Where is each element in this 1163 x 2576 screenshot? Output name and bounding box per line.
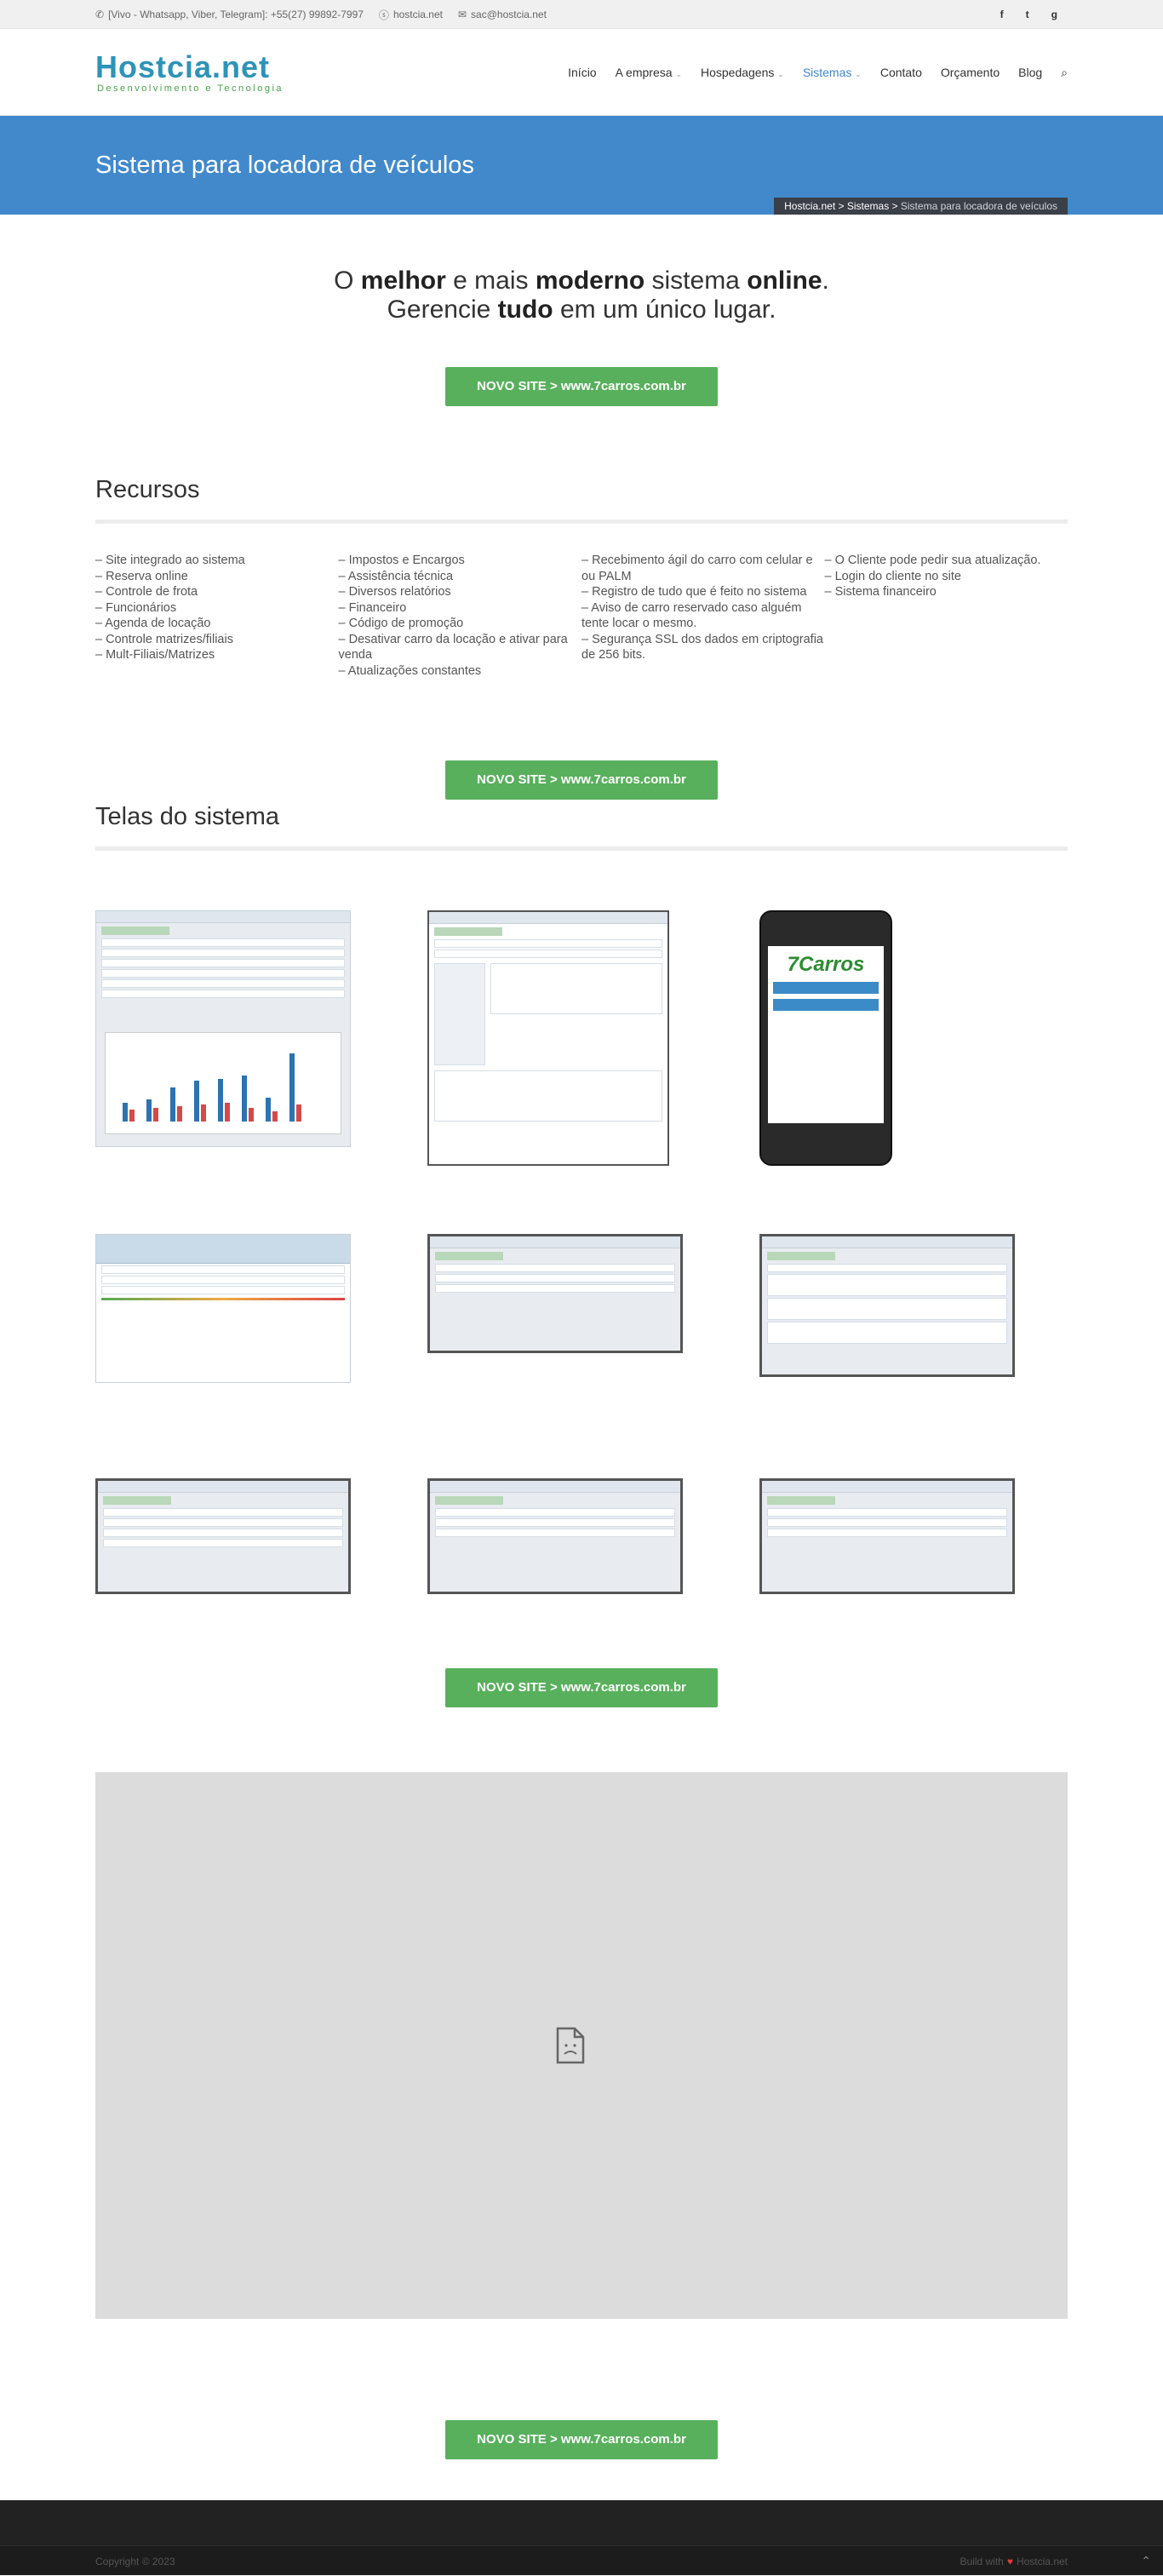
screenshots-gallery: 7Carros bbox=[95, 851, 1068, 1600]
screenshot-thumbnail[interactable] bbox=[427, 1478, 683, 1594]
screenshot-thumbnail[interactable] bbox=[759, 1234, 1015, 1377]
chevron-down-icon: ⌄ bbox=[675, 70, 682, 78]
top-bar: ✆ [Vivo - Whatsapp, Viber, Telegram]: +55… bbox=[0, 0, 1163, 29]
scroll-to-top-icon[interactable]: ⌃ bbox=[1141, 2554, 1151, 2568]
nav-item-sistemas[interactable]: Sistemas ⌄ bbox=[803, 66, 862, 79]
search-icon[interactable]: ⌕ bbox=[1061, 66, 1068, 80]
site-header: Hostcia.net Desenvolvimento e Tecnologia… bbox=[0, 29, 1163, 116]
hero-line-1: O melhor e mais moderno sistema online. bbox=[334, 267, 829, 295]
bar-chart-thumbnail bbox=[105, 1032, 341, 1134]
screenshot-thumbnail[interactable] bbox=[95, 910, 351, 1147]
chevron-down-icon: ⌄ bbox=[777, 70, 784, 78]
footer-brand-link[interactable]: Hostcia.net bbox=[1017, 2556, 1068, 2567]
screenshot-thumbnail[interactable] bbox=[759, 1478, 1015, 1594]
twitter-icon[interactable]: t bbox=[1026, 9, 1029, 20]
contact-phone[interactable]: ✆ [Vivo - Whatsapp, Viber, Telegram]: +55… bbox=[95, 9, 364, 20]
build-credit: Build with ♥ Hostcia.net bbox=[960, 2555, 1068, 2567]
screenshot-thumbnail[interactable] bbox=[95, 1478, 351, 1594]
breadcrumb-current: Sistema para locadora de veículos bbox=[900, 200, 1057, 212]
recursos-column-4: – O Cliente pode pedir sua atualização. –… bbox=[824, 554, 1041, 599]
breadcrumb-sistemas[interactable]: Sistemas bbox=[847, 200, 889, 212]
contact-email[interactable]: ✉ sac@hostcia.net bbox=[458, 9, 547, 20]
telas-heading: Telas do sistema bbox=[95, 803, 279, 830]
screenshot-thumbnail[interactable] bbox=[427, 910, 669, 1166]
nav-item-contato[interactable]: Contato bbox=[880, 66, 922, 79]
google-plus-icon[interactable]: g bbox=[1051, 9, 1057, 20]
nav-item-orcamento[interactable]: Orçamento bbox=[941, 66, 1000, 79]
hero-headline: O melhor e mais moderno sistema online. … bbox=[0, 267, 1163, 324]
phone-logo: 7Carros bbox=[787, 953, 865, 976]
recursos-column-3: – Recebimento ágil do carro com celular … bbox=[582, 554, 823, 662]
envelope-icon: ✉ bbox=[457, 9, 467, 20]
skype-icon: ⓢ bbox=[378, 9, 389, 21]
nav-item-blog[interactable]: Blog bbox=[1018, 66, 1042, 79]
contact-skype[interactable]: ⓢ hostcia.net bbox=[379, 8, 443, 22]
site-logo[interactable]: Hostcia.net Desenvolvimento e Tecnologia bbox=[95, 51, 284, 95]
divider bbox=[95, 519, 1068, 524]
hero-line-2: Gerencie tudo em um único lugar. bbox=[387, 295, 776, 324]
phone-icon: ✆ bbox=[95, 9, 105, 20]
recursos-section: Recursos – Site integrado ao sistema – Re… bbox=[95, 476, 1068, 679]
recursos-column-2: – Impostos e Encargos – Assistência técni… bbox=[338, 554, 568, 678]
breadcrumb: Hostcia.net > Sistemas > Sistema para lo… bbox=[774, 198, 1068, 215]
copyright: Copyright © 2023 bbox=[95, 2555, 175, 2567]
breadcrumb-home[interactable]: Hostcia.net bbox=[784, 200, 835, 212]
facebook-icon[interactable]: f bbox=[1000, 9, 1004, 20]
new-site-button[interactable]: NOVO SITE > www.7carros.com.br bbox=[445, 760, 718, 800]
screenshot-thumbnail[interactable] bbox=[95, 1234, 351, 1383]
heart-icon: ♥ bbox=[1006, 2555, 1013, 2567]
screenshot-thumbnail[interactable] bbox=[427, 1234, 683, 1353]
new-site-button[interactable]: NOVO SITE > www.7carros.com.br bbox=[445, 367, 718, 406]
chevron-down-icon: ⌄ bbox=[855, 70, 862, 78]
new-site-button[interactable]: NOVO SITE > www.7carros.com.br bbox=[445, 2420, 718, 2459]
page-banner: Sistema para locadora de veículos Hostci… bbox=[0, 116, 1163, 215]
site-footer: Copyright © 2023 Build with ♥ Hostcia.ne… bbox=[0, 2500, 1163, 2575]
nav-item-empresa[interactable]: A empresa ⌄ bbox=[616, 66, 682, 79]
page-title: Sistema para locadora de veículos bbox=[95, 152, 474, 179]
new-site-button[interactable]: NOVO SITE > www.7carros.com.br bbox=[445, 1668, 718, 1707]
telas-section: Telas do sistema bbox=[95, 803, 1068, 851]
recursos-column-1: – Site integrado ao sistema – Reserva onl… bbox=[95, 554, 245, 662]
nav-item-hospedagens[interactable]: Hospedagens ⌄ bbox=[701, 66, 784, 79]
mobile-phone-screenshot[interactable]: 7Carros bbox=[759, 910, 892, 1166]
main-nav: Início A empresa ⌄ Hospedagens ⌄ Sistema… bbox=[568, 66, 1068, 80]
nav-item-inicio[interactable]: Início bbox=[568, 66, 596, 79]
recursos-heading: Recursos bbox=[95, 476, 200, 503]
embedded-video-placeholder[interactable] bbox=[95, 1772, 1068, 2319]
broken-document-icon bbox=[556, 2027, 585, 2064]
